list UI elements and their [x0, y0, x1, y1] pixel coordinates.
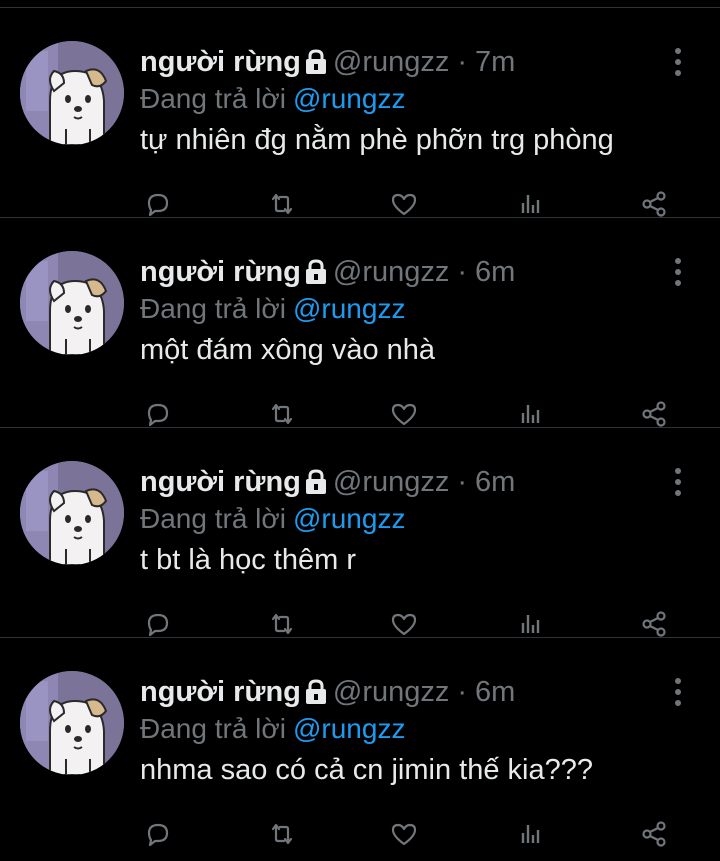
reply-prefix: Đang trả lời: [140, 503, 286, 534]
lock-icon: [305, 49, 327, 75]
reply-icon[interactable]: [140, 816, 176, 852]
tweet-header: người rừng @rungzz · 6m: [140, 251, 515, 293]
avatar[interactable]: [20, 251, 124, 355]
more-vertical-icon[interactable]: [668, 466, 688, 498]
user-handle[interactable]: @rungzz: [333, 466, 449, 499]
tweet-text: tự nhiên đg nằm phè phỡn trg phòng: [140, 124, 614, 156]
timestamp[interactable]: 6m: [475, 676, 515, 709]
reply-context: Đang trả lời @rungzz: [140, 713, 405, 745]
tweet-item[interactable]: người rừng @rungzz · 6m Đang trả lời @run…: [0, 218, 720, 428]
tweet-actions: [0, 816, 720, 852]
views-icon[interactable]: [512, 816, 548, 852]
separator-dot: ·: [457, 255, 468, 288]
tweet-header: người rừng @rungzz · 6m: [140, 461, 515, 503]
timestamp[interactable]: 6m: [475, 466, 515, 499]
user-handle[interactable]: @rungzz: [333, 46, 449, 79]
separator-dot: ·: [457, 675, 468, 708]
lock-icon: [305, 259, 327, 285]
display-name[interactable]: người rừng: [140, 256, 301, 289]
timestamp[interactable]: 7m: [475, 46, 515, 79]
reply-to-link[interactable]: @rungzz: [293, 713, 405, 744]
avatar[interactable]: [20, 671, 124, 775]
display-name[interactable]: người rừng: [140, 46, 301, 79]
tweet-text: t bt là học thêm r: [140, 544, 356, 576]
user-handle[interactable]: @rungzz: [333, 256, 449, 289]
lock-icon: [305, 679, 327, 705]
share-icon[interactable]: [636, 816, 672, 852]
reply-prefix: Đang trả lời: [140, 83, 286, 114]
reply-to-link[interactable]: @rungzz: [293, 503, 405, 534]
tweet-item[interactable]: người rừng @rungzz · 6m Đang trả lời @run…: [0, 638, 720, 861]
more-vertical-icon[interactable]: [668, 676, 688, 708]
more-vertical-icon[interactable]: [668, 46, 688, 78]
like-icon[interactable]: [386, 816, 422, 852]
tweet-header: người rừng @rungzz · 7m: [140, 41, 515, 83]
tweet-text: nhma sao có cả cn jimin thế kia???: [140, 754, 593, 786]
reply-prefix: Đang trả lời: [140, 293, 286, 324]
avatar[interactable]: [20, 461, 124, 565]
reply-context: Đang trả lời @rungzz: [140, 293, 405, 325]
timestamp[interactable]: 6m: [475, 256, 515, 289]
retweet-icon[interactable]: [264, 816, 300, 852]
tweet-item[interactable]: người rừng @rungzz · 7m Đang trả lời @run…: [0, 8, 720, 218]
reply-context: Đang trả lời @rungzz: [140, 83, 405, 115]
user-handle[interactable]: @rungzz: [333, 676, 449, 709]
reply-to-link[interactable]: @rungzz: [293, 293, 405, 324]
display-name[interactable]: người rừng: [140, 466, 301, 499]
avatar[interactable]: [20, 41, 124, 145]
separator-dot: ·: [457, 465, 468, 498]
tweet-item[interactable]: người rừng @rungzz · 6m Đang trả lời @run…: [0, 428, 720, 638]
reply-context: Đang trả lời @rungzz: [140, 503, 405, 535]
display-name[interactable]: người rừng: [140, 676, 301, 709]
tweet-text: một đám xông vào nhà: [140, 334, 436, 366]
reply-prefix: Đang trả lời: [140, 713, 286, 744]
separator-dot: ·: [457, 45, 468, 78]
tweet-header: người rừng @rungzz · 6m: [140, 671, 515, 713]
reply-to-link[interactable]: @rungzz: [293, 83, 405, 114]
more-vertical-icon[interactable]: [668, 256, 688, 288]
lock-icon: [305, 469, 327, 495]
